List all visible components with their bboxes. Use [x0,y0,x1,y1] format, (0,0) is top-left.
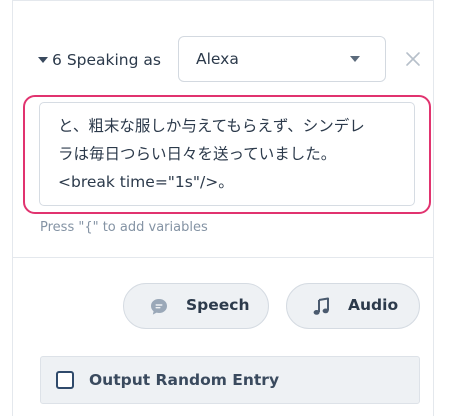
output-random-entry-checkbox[interactable] [56,371,74,389]
music-note-icon [313,297,329,315]
speaking-header: 6 Speaking as Alexa [38,36,430,84]
variables-hint: Press "{" to add variables [40,220,208,235]
speech-editor-focus-ring: と、粗末な服しか与えてもらえず、シンデレ ラは毎日つらい日々を送っていました。 … [23,95,431,214]
remove-speak-button[interactable] [400,46,426,72]
editor-line-3: <break time="1s"/>。 [58,173,234,191]
section-divider [12,257,434,258]
close-icon [406,52,420,66]
voice-select[interactable]: Alexa [178,36,386,82]
speaking-as-text: Speaking as [66,51,161,69]
panel-border-left [12,0,13,416]
output-random-entry-label: Output Random Entry [89,371,280,389]
right-gutter [434,0,450,416]
add-audio-button[interactable]: Audio [286,283,420,329]
step-number: 6 [52,51,62,69]
speech-editor[interactable]: と、粗末な服しか与えてもらえず、シンデレ ラは毎日つらい日々を送っていました。 … [39,102,415,206]
speak-step-panel: 6 Speaking as Alexa と、粗末な服しか与えてもらえず、シンデレ… [0,0,434,416]
add-speech-button[interactable]: Speech [123,283,269,329]
output-random-entry-row[interactable]: Output Random Entry [40,356,420,404]
chevron-down-icon [350,56,360,62]
speech-button-label: Speech [186,296,250,314]
audio-button-label: Audio [348,296,399,314]
speech-bubble-icon [151,299,167,315]
top-divider [12,0,434,1]
voice-select-value: Alexa [196,50,239,68]
speaking-toggle[interactable]: 6 Speaking as [38,48,161,72]
caret-down-icon [38,57,48,63]
speaking-label: 6 Speaking as [52,51,161,69]
editor-line-1: と、粗末な服しか与えてもらえず、シンデレ [58,117,365,135]
editor-line-2: ラは毎日つらい日々を送っていました。 [58,145,337,163]
